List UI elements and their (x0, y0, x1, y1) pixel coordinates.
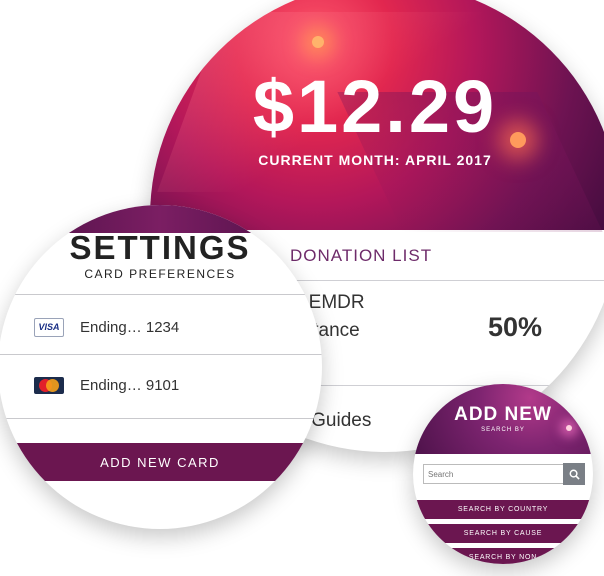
search-by-cause-button[interactable]: SEARCH BY CAUSE (413, 524, 593, 543)
card-preferences-subtitle: CARD PREFERENCES (84, 267, 236, 281)
card-row-mastercard[interactable]: Ending… 9101 (34, 375, 179, 395)
settings-panel: SETTINGS CARD PREFERENCES VISA Ending… 1… (0, 205, 322, 529)
search-by-subtitle: SEARCH BY (481, 427, 525, 433)
card-row-visa[interactable]: VISA Ending… 1234 (34, 317, 179, 337)
settings-title: SETTINGS (69, 229, 251, 266)
divider (0, 354, 322, 355)
search-button[interactable] (563, 463, 585, 485)
visa-card-icon: VISA (34, 317, 64, 337)
add-new-card-button[interactable]: ADD NEW CARD (0, 443, 322, 481)
divider (0, 418, 322, 419)
bokeh-light (312, 36, 324, 48)
card-ending-text: Ending… 1234 (80, 318, 180, 336)
search-input[interactable] (423, 464, 567, 484)
search-by-nonprofit-button[interactable]: SEARCH BY NON (413, 548, 593, 564)
mastercard-icon (34, 376, 64, 394)
card-ending-text: Ending… 9101 (80, 376, 180, 394)
donation-item-percent: 50% (488, 312, 543, 342)
donation-amount: $12.29 (252, 65, 498, 148)
add-new-panel: ADD NEW SEARCH BY SEARCH BY COUNTRY SEAR… (413, 384, 593, 564)
add-new-title: ADD NEW (454, 404, 552, 425)
search-by-country-button[interactable]: SEARCH BY COUNTRY (413, 500, 593, 519)
search-icon (569, 469, 580, 480)
current-month-label: CURRENT MONTH: APRIL 2017 (258, 152, 492, 168)
divider (0, 294, 322, 295)
